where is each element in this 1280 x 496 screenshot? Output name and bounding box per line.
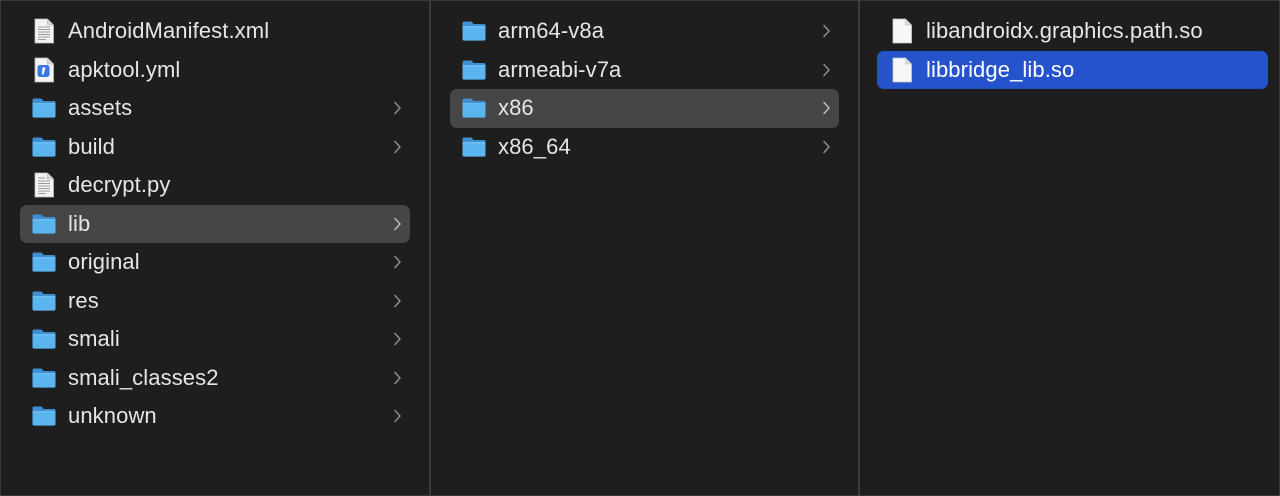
folder-icon — [461, 134, 487, 160]
chevron-right-icon — [390, 101, 404, 115]
chevron-right-icon — [390, 217, 404, 231]
list-item[interactable]: build — [20, 128, 410, 167]
list-item[interactable]: smali_classes2 — [20, 359, 410, 398]
chevron-right-icon — [390, 140, 404, 154]
chevron-right-icon — [819, 101, 833, 115]
item-label: libbridge_lib.so — [926, 56, 1075, 82]
item-label: arm64-v8a — [498, 18, 605, 44]
list-item[interactable]: libandroidx.graphics.path.so — [877, 12, 1268, 51]
column-x86[interactable]: libandroidx.graphics.path.so libbridge_li… — [860, 1, 1279, 495]
chevron-right-icon — [819, 24, 833, 38]
folder-icon — [31, 95, 57, 121]
item-label: x86 — [498, 95, 534, 121]
list-item[interactable]: original — [20, 243, 410, 282]
item-label: smali — [68, 326, 120, 352]
blank-document-icon — [889, 18, 915, 44]
list-item[interactable]: decrypt.py — [20, 166, 410, 205]
folder-icon — [31, 403, 57, 429]
list-item[interactable]: armeabi-v7a — [450, 51, 839, 90]
item-label: original — [68, 249, 140, 275]
list-item[interactable]: res — [20, 282, 410, 321]
item-label: apktool.yml — [68, 56, 181, 82]
item-label: smali_classes2 — [68, 364, 219, 390]
list-item[interactable]: x86 — [450, 89, 839, 128]
item-label: decrypt.py — [68, 172, 171, 198]
column-root[interactable]: AndroidManifest.xml apktool.yml assets buil… — [1, 1, 431, 495]
chevron-right-icon — [390, 294, 404, 308]
folder-icon — [461, 18, 487, 44]
list-item[interactable]: unknown — [20, 397, 410, 436]
text-document-icon — [31, 172, 57, 198]
item-label: res — [68, 287, 99, 313]
list-item[interactable]: AndroidManifest.xml — [20, 12, 410, 51]
folder-icon — [31, 288, 57, 314]
item-label: assets — [68, 95, 133, 121]
blank-document-icon — [889, 57, 915, 83]
list-item[interactable]: lib — [20, 204, 410, 243]
list-item[interactable]: x86_64 — [450, 128, 839, 167]
item-label: x86_64 — [498, 133, 571, 159]
chevron-right-icon — [819, 63, 833, 77]
column-lib[interactable]: arm64-v8a armeabi-v7a x86 x86_64 — [431, 1, 860, 495]
chevron-right-icon — [390, 255, 404, 269]
list-item[interactable]: assets — [20, 89, 410, 128]
folder-icon — [31, 134, 57, 160]
item-label: armeabi-v7a — [498, 56, 622, 82]
folder-icon — [31, 211, 57, 237]
item-label: build — [68, 133, 115, 159]
folder-icon — [461, 57, 487, 83]
folder-icon — [31, 365, 57, 391]
list-item[interactable]: libbridge_lib.so — [877, 50, 1268, 89]
list-item[interactable]: arm64-v8a — [450, 12, 839, 51]
item-label: libandroidx.graphics.path.so — [926, 18, 1203, 44]
folder-icon — [461, 95, 487, 121]
chevron-right-icon — [819, 140, 833, 154]
folder-icon — [31, 249, 57, 275]
folder-icon — [31, 326, 57, 352]
item-label: lib — [68, 210, 91, 236]
list-item[interactable]: smali — [20, 320, 410, 359]
chevron-right-icon — [390, 409, 404, 423]
chevron-right-icon — [390, 371, 404, 385]
item-label: unknown — [68, 403, 157, 429]
yaml-file-icon — [31, 57, 57, 83]
xml-document-icon — [31, 18, 57, 44]
list-item[interactable]: apktool.yml — [20, 51, 410, 90]
chevron-right-icon — [390, 332, 404, 346]
finder-column-browser: AndroidManifest.xml apktool.yml assets buil… — [0, 0, 1280, 496]
item-label: AndroidManifest.xml — [68, 18, 270, 44]
